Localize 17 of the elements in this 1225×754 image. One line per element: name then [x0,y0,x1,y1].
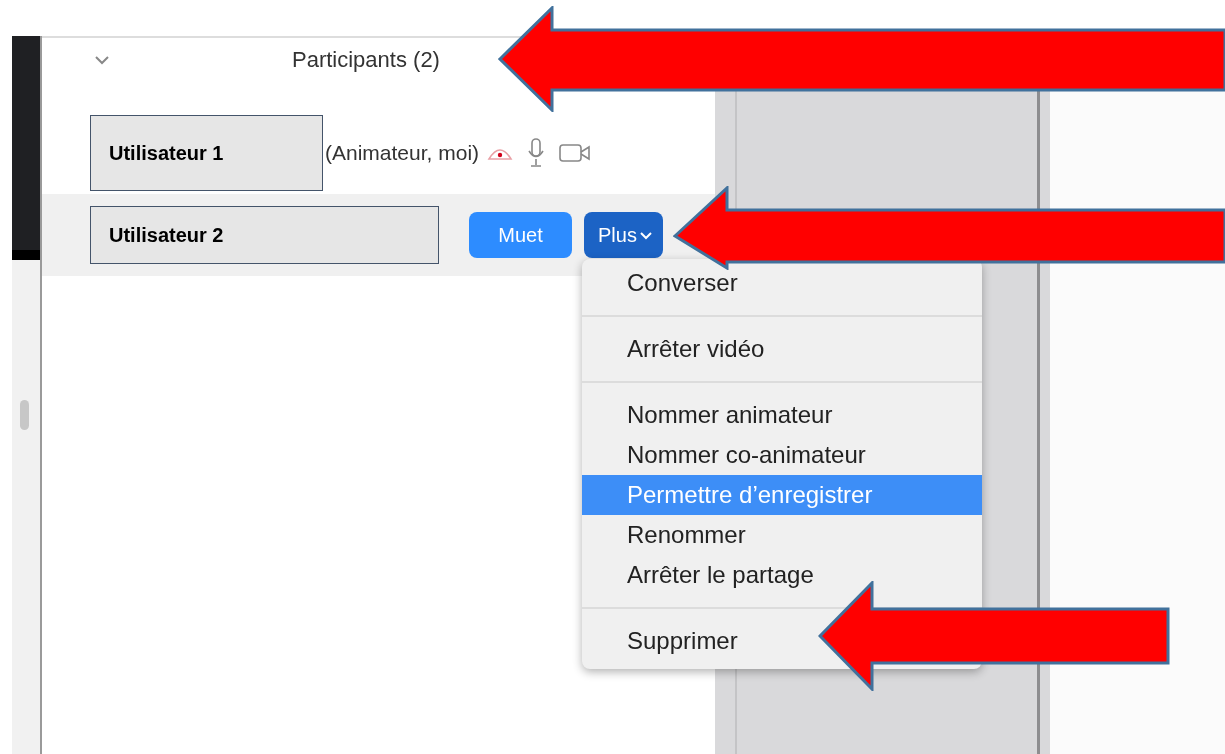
menu-item[interactable]: Arrêter vidéo [582,329,775,369]
menu-item[interactable]: Renommer [582,515,756,555]
menu-item[interactable]: Supprimer [582,621,748,661]
participant-name: Utilisateur 2 [90,206,439,264]
panel-title: Participants (2) [292,47,440,73]
menu-item[interactable]: Nommer animateur [582,395,843,435]
microphone-icon[interactable] [527,138,546,168]
menu-item[interactable]: Converser [582,263,748,303]
participant-role: (Animateur, moi) [325,141,480,165]
more-dropdown-button[interactable]: Plus [584,212,663,258]
participant-name: Utilisateur 1 [90,115,323,191]
scrollbar-thumb[interactable] [20,400,29,430]
collapse-chevron-icon[interactable] [94,55,110,65]
menu-item[interactable]: Arrêter le partage [582,555,824,595]
menu-item[interactable]: Nommer co-animateur [582,435,876,475]
camera-icon[interactable] [559,143,592,163]
caret-icon [638,230,653,240]
